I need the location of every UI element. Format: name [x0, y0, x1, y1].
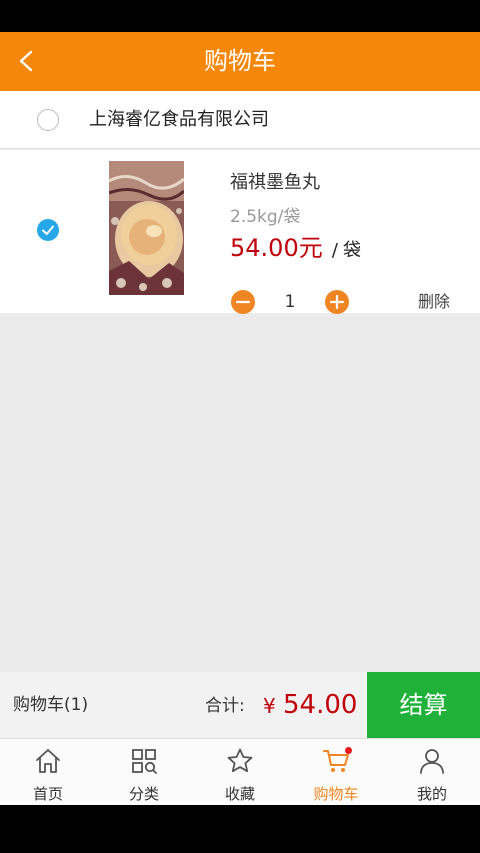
- increase-quantity-button[interactable]: [325, 290, 349, 314]
- tab-category[interactable]: 分类: [96, 739, 192, 805]
- bottom-tab-bar: 首页 分类 收藏 购物车 我的: [0, 738, 480, 805]
- tab-profile[interactable]: 我的: [384, 739, 480, 805]
- shop-select-checkbox[interactable]: [37, 109, 59, 131]
- product-spec: 2.5kg/袋: [230, 207, 301, 227]
- tab-home[interactable]: 首页: [0, 739, 96, 805]
- tab-category-label: 分类: [128, 785, 159, 803]
- checkout-button[interactable]: 结算: [367, 672, 480, 738]
- tab-cart[interactable]: 购物车: [288, 739, 384, 805]
- price-line: 54.00元 / 袋: [230, 228, 361, 263]
- delete-item-button[interactable]: 删除: [418, 290, 450, 314]
- product-image[interactable]: [109, 161, 184, 295]
- shop-row: 上海睿亿食品有限公司: [0, 91, 480, 149]
- page-title: 购物车: [204, 47, 276, 75]
- check-icon: [42, 225, 54, 235]
- user-icon: [420, 749, 444, 774]
- tab-profile-label: 我的: [416, 785, 447, 803]
- tab-cart-label: 购物车: [313, 785, 359, 803]
- shop-name: 上海睿亿食品有限公司: [89, 109, 269, 130]
- home-icon: [36, 749, 60, 773]
- total-currency: ¥: [263, 694, 276, 718]
- category-icon: [132, 749, 157, 774]
- header-bar: 购物车: [0, 32, 480, 91]
- quantity-value[interactable]: 1: [264, 290, 316, 314]
- tab-home-label: 首页: [32, 785, 63, 803]
- cart-badge-dot: [345, 747, 352, 754]
- total-label: 合计:: [205, 696, 245, 716]
- tab-favorites-label: 收藏: [224, 785, 255, 803]
- app-screen: 购物车 上海睿亿食品有限公司 福祺墨鱼丸 2.5kg/袋 54.00元 / 袋 …: [0, 32, 480, 805]
- cart-item: 福祺墨鱼丸 2.5kg/袋 54.00元 / 袋 1 删除: [0, 150, 480, 314]
- price-separator: /: [331, 240, 338, 261]
- product-name: 福祺墨鱼丸: [230, 172, 320, 193]
- total-value: 54.00: [283, 690, 358, 720]
- checkout-bar: 购物车(1) 合计: ¥ 54.00 结算: [0, 672, 480, 738]
- cart-count-label: 购物车(1): [13, 695, 89, 715]
- decrease-quantity-button[interactable]: [231, 290, 255, 314]
- minus-icon: [235, 300, 251, 304]
- plus-icon: [329, 294, 345, 310]
- product-price: 54.00元: [230, 234, 323, 262]
- star-icon: [227, 748, 253, 773]
- item-select-checkbox[interactable]: [37, 219, 59, 241]
- price-unit: 袋: [342, 240, 361, 261]
- tab-favorites[interactable]: 收藏: [192, 739, 288, 805]
